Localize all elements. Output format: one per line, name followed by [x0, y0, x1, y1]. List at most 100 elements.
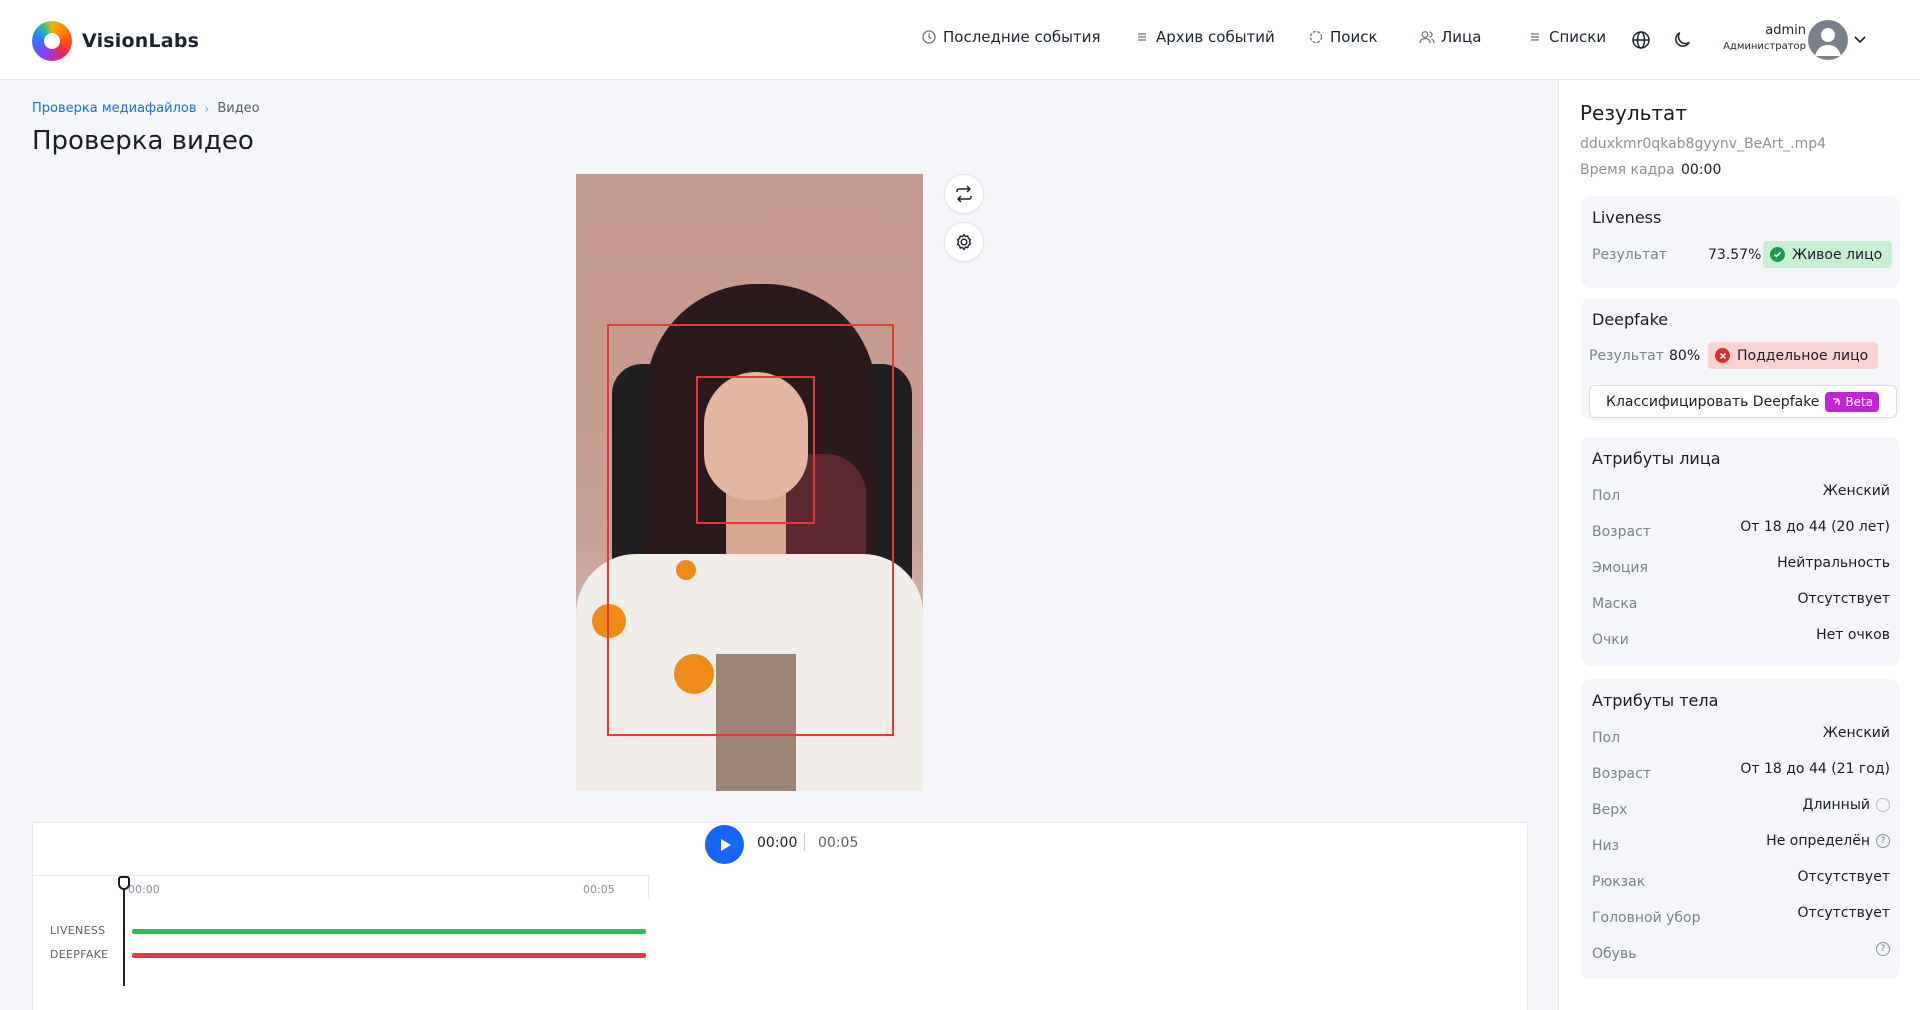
- liveness-verdict-badge: Живое лицо: [1763, 241, 1893, 268]
- classify-deepfake-label: Классифицировать Deepfake: [1606, 393, 1820, 410]
- beta-badge: Beta: [1825, 391, 1880, 412]
- liveness-title: Liveness: [1592, 208, 1662, 227]
- attr-value: Женский: [1822, 725, 1890, 741]
- user-info[interactable]: admin Администратор: [1716, 23, 1806, 52]
- timeline-end-divider: [648, 875, 649, 899]
- total-duration: 00:05: [818, 835, 859, 851]
- nav-lists-label: Списки: [1549, 28, 1607, 46]
- attr-value: Не определён: [1766, 833, 1870, 849]
- nav-faces-label: Лица: [1441, 28, 1482, 46]
- play-icon: [720, 838, 731, 851]
- breadcrumb-media-check-link[interactable]: Проверка медиафайлов: [32, 101, 197, 116]
- deepfake-score: 80%: [1669, 348, 1701, 364]
- moon-icon[interactable]: [1672, 30, 1692, 50]
- attr-value: От 18 до 44 (20 лет): [1740, 519, 1890, 535]
- liveness-result-label: Результат: [1592, 247, 1667, 263]
- attr-label: Возраст: [1592, 766, 1651, 782]
- liveness-card: Liveness Результат 73.57% Живое лицо: [1581, 196, 1900, 288]
- beta-label: Beta: [1845, 394, 1874, 409]
- repeat-icon: [956, 185, 972, 203]
- page-title: Проверка видео: [32, 126, 254, 156]
- nav-event-archive[interactable]: Архив событий: [1134, 28, 1275, 46]
- attr-value: Нет очков: [1816, 627, 1890, 643]
- brand-logo[interactable]: VisionLabs: [32, 21, 199, 61]
- attr-label: Низ: [1592, 838, 1620, 854]
- swap-button[interactable]: [944, 174, 984, 214]
- attr-value: Отсутствует: [1797, 905, 1890, 921]
- timeline-tick-start: 00:00: [128, 883, 160, 896]
- breadcrumb: Проверка медиафайлов › Видео: [32, 101, 260, 116]
- deepfake-result-label: Результат: [1589, 348, 1664, 364]
- attr-label: Пол: [1592, 488, 1621, 504]
- deepfake-verdict-badge: Поддельное лицо: [1708, 342, 1879, 369]
- nav-recent-events-label: Последние события: [943, 28, 1101, 46]
- frame-time-value: 00:00: [1681, 162, 1722, 178]
- chevron-down-icon[interactable]: [1853, 32, 1867, 46]
- nav-faces[interactable]: Лица: [1419, 28, 1481, 46]
- list-icon: [1138, 33, 1146, 41]
- current-time: 00:00: [757, 835, 798, 851]
- attr-value: Отсутствует: [1797, 869, 1890, 885]
- attr-value-with-help: Не определён?: [1766, 833, 1890, 849]
- attr-label: Верх: [1592, 802, 1628, 818]
- clock-icon: [922, 30, 936, 44]
- frame-time-label: Время кадра: [1580, 162, 1675, 178]
- breadcrumb-current: Видео: [217, 101, 260, 116]
- time-divider: [804, 833, 805, 851]
- track-bar-liveness[interactable]: [132, 929, 646, 934]
- brand-name: VisionLabs: [82, 30, 200, 52]
- attr-value: Женский: [1822, 483, 1890, 499]
- attr-label: Рюкзак: [1592, 874, 1646, 890]
- liveness-score: 73.57%: [1708, 247, 1762, 263]
- body-attributes-title: Атрибуты тела: [1592, 691, 1719, 710]
- gear-icon: [956, 233, 972, 251]
- nav-search[interactable]: Поиск: [1308, 28, 1378, 46]
- search-circle-icon: [1309, 30, 1323, 44]
- timeline-tick-end: 00:05: [583, 883, 615, 896]
- x-circle-icon: [1715, 348, 1730, 363]
- result-title: Результат: [1580, 101, 1687, 125]
- attr-value: Длинный: [1802, 797, 1870, 813]
- attr-value-with-swatch: Длинный: [1803, 797, 1890, 813]
- users-icon: [1419, 31, 1435, 44]
- play-button[interactable]: [705, 825, 744, 864]
- deepfake-verdict: Поддельное лицо: [1737, 347, 1869, 364]
- chevron-right-icon: ›: [204, 101, 210, 116]
- attr-label: Обувь: [1592, 946, 1637, 962]
- user-avatar-icon: [1815, 28, 1841, 56]
- check-circle-icon: [1770, 247, 1785, 262]
- attr-value: Нейтральность: [1777, 555, 1890, 571]
- playhead-handle[interactable]: [118, 876, 130, 890]
- attr-label: Возраст: [1592, 524, 1651, 540]
- classify-deepfake-button[interactable]: Классифицировать Deepfake Beta: [1589, 385, 1897, 418]
- user-name: admin: [1765, 23, 1806, 38]
- face-attributes-card: Атрибуты лица Пол Женский Возраст От 18 …: [1581, 437, 1900, 666]
- help-icon[interactable]: ?: [1876, 942, 1890, 956]
- body-attributes-card: Атрибуты тела Пол Женский Возраст От 18 …: [1581, 679, 1900, 979]
- track-label-deepfake: DEEPFAKE: [50, 948, 109, 961]
- top-bar: VisionLabs Последние события Архив событ…: [0, 0, 1920, 80]
- nav-search-label: Поиск: [1330, 28, 1378, 46]
- video-frame[interactable]: [576, 174, 923, 791]
- globe-icon[interactable]: [1631, 30, 1651, 50]
- attr-label: Очки: [1592, 632, 1629, 648]
- result-filename: dduxkmr0qkab8gyynv_BeArt_.mp4: [1580, 136, 1826, 152]
- face-bounding-box: [696, 376, 815, 524]
- nav-lists[interactable]: Списки: [1527, 28, 1606, 46]
- attr-value: Отсутствует: [1797, 591, 1890, 607]
- deepfake-card: Deepfake Результат 80% Поддельное лицо К…: [1581, 298, 1900, 420]
- nav-recent-events[interactable]: Последние события: [921, 28, 1100, 46]
- attr-value-with-help: ?: [1870, 941, 1890, 957]
- face-attributes-title: Атрибуты лица: [1592, 449, 1721, 468]
- settings-button[interactable]: [944, 222, 984, 262]
- attr-label: Эмоция: [1592, 560, 1648, 576]
- avatar[interactable]: [1808, 20, 1848, 60]
- track-label-liveness: LIVENESS: [50, 924, 106, 937]
- list-icon: [1531, 33, 1539, 41]
- track-bar-deepfake[interactable]: [132, 953, 646, 958]
- nav-event-archive-label: Архив событий: [1156, 28, 1275, 46]
- attr-label: Пол: [1592, 730, 1621, 746]
- playhead-line: [123, 886, 125, 986]
- help-icon[interactable]: ?: [1876, 834, 1890, 848]
- visionlabs-logo-icon: [32, 21, 72, 61]
